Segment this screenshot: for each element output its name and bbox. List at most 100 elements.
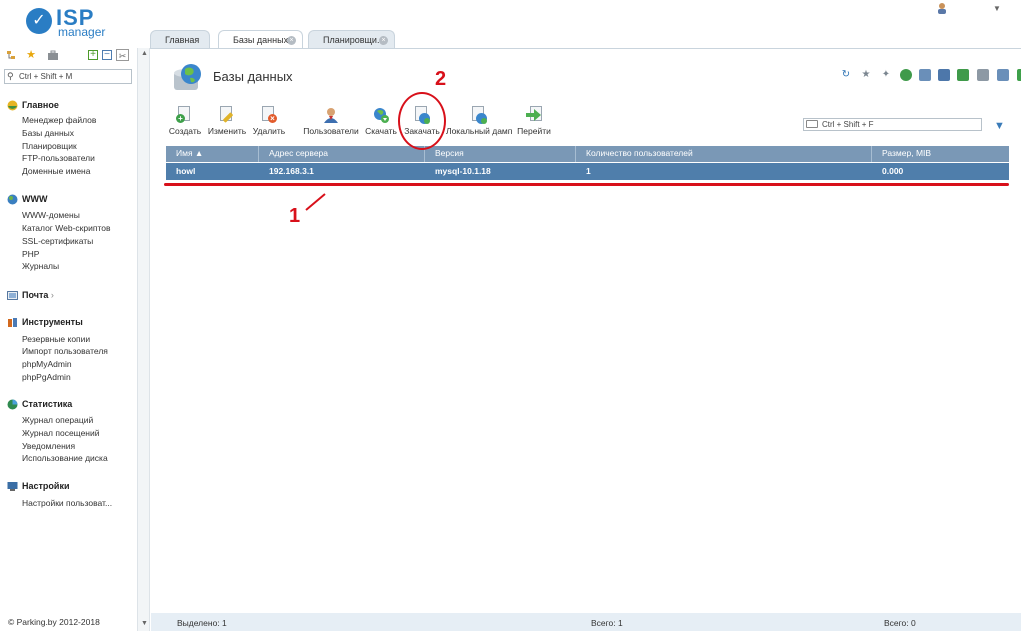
excel-icon[interactable] (957, 69, 969, 81)
sidebar-item-backups[interactable]: Резервные копии (22, 334, 90, 344)
sidebar-item-www-domains[interactable]: WWW-домены (22, 210, 80, 220)
create-button[interactable]: + Создать (166, 106, 204, 136)
mail-icon (7, 291, 18, 300)
print-icon[interactable] (977, 69, 989, 81)
view-icon[interactable] (919, 69, 931, 81)
logo-icon: ✓ (26, 8, 52, 34)
goto-button-label: Перейти (517, 126, 551, 136)
close-icon[interactable]: × (287, 36, 296, 45)
sidebar-group-title[interactable]: Статистика (22, 399, 72, 409)
globe-icon[interactable] (900, 69, 912, 81)
user-menu-chevron-down-icon[interactable]: ▼ (993, 4, 1001, 13)
refresh-icon[interactable]: ↻ (840, 69, 852, 81)
column-header-version[interactable]: Версия (425, 146, 576, 162)
sidebar-item-ftp-users[interactable]: FTP-пользователи (22, 153, 95, 163)
briefcase-icon[interactable] (47, 50, 59, 62)
sidebar-item-web-scripts[interactable]: Каталог Web-скриптов (22, 223, 111, 233)
user-icon[interactable] (936, 2, 948, 14)
sidebar-item-databases[interactable]: Базы данных (22, 128, 74, 138)
cell-users-count: 1 (586, 166, 591, 176)
goto-button[interactable]: Перейти (516, 106, 552, 136)
settings-icon[interactable] (997, 69, 1009, 81)
scroll-down-icon[interactable]: ▼ (141, 620, 148, 627)
page-title: Базы данных (213, 69, 293, 84)
column-header-name[interactable]: Имя ▲ (166, 146, 259, 162)
tab-label: Базы данных (233, 35, 289, 45)
download-button[interactable]: Скачать (364, 106, 398, 136)
goto-icon (525, 106, 543, 124)
filter-icon[interactable]: ▼ (994, 120, 1005, 132)
delete-button[interactable]: × Удалить (251, 106, 287, 136)
databases-globe-icon (174, 64, 201, 90)
tab-label: Главная (165, 35, 200, 45)
star-icon[interactable]: ★ (25, 49, 37, 61)
cell-version: mysql-10.1.18 (435, 166, 491, 176)
pin-icon[interactable]: ✂ (116, 49, 129, 61)
tab-databases[interactable]: Базы данных × (218, 30, 303, 50)
sidebar-group-title[interactable]: Главное (22, 100, 59, 110)
edit-button-label: Изменить (207, 126, 247, 136)
chevron-right-icon: › (50, 290, 54, 300)
sidebar-item-user-settings[interactable]: Настройки пользоват... (22, 498, 112, 508)
tree-icon[interactable] (6, 50, 18, 62)
sidebar-group-title[interactable]: WWW (22, 194, 47, 204)
sidebar-splitter[interactable] (137, 48, 150, 631)
sidebar-search-input[interactable]: Ctrl + Shift + M (4, 69, 132, 84)
local-dump-icon (470, 106, 488, 124)
sidebar-item-visits-log[interactable]: Журнал посещений (22, 428, 100, 438)
expand-icon[interactable]: + (88, 50, 98, 60)
delete-button-label: Удалить (252, 126, 286, 136)
create-icon: + (176, 106, 194, 124)
pin-icon[interactable]: ✦ (880, 69, 892, 81)
sidebar-item-phpmyadmin[interactable]: phpMyAdmin (22, 359, 72, 369)
local-dump-button-label: Локальный дамп (446, 126, 513, 136)
cell-server: 192.168.3.1 (269, 166, 314, 176)
scroll-up-icon[interactable]: ▲ (141, 50, 148, 57)
annotation-label-1: 1 (289, 205, 301, 227)
sidebar-item-import-user[interactable]: Импорт пользователя (22, 346, 108, 356)
tab-label: Планировщи... (323, 35, 385, 45)
monitor-icon (7, 482, 18, 491)
edit-button[interactable]: Изменить (207, 106, 247, 136)
sidebar-group-title[interactable]: Почта › (22, 290, 54, 300)
sidebar-item-file-manager[interactable]: Менеджер файлов (22, 115, 96, 125)
column-header-users-count[interactable]: Количество пользователей (576, 146, 872, 162)
column-header-size[interactable]: Размер, MIB (872, 146, 1009, 162)
sidebar-item-ssl-certificates[interactable]: SSL-сертификаты (22, 236, 93, 246)
download-button-label: Скачать (365, 126, 397, 136)
export-icon[interactable] (938, 69, 950, 81)
table-row[interactable]: howl 192.168.3.1 mysql-10.1.18 1 0.000 (166, 163, 1009, 180)
sidebar-item-logs[interactable]: Журналы (22, 261, 59, 271)
sidebar-group-title[interactable]: Настройки (22, 481, 69, 491)
help-icon[interactable]: ? (1017, 69, 1021, 81)
logo-product: manager (58, 25, 106, 39)
table-header: Имя ▲ Адрес сервера Версия Количество по… (166, 146, 1009, 162)
sidebar-group-title[interactable]: Инструменты (22, 317, 83, 327)
status-total-size: Всего: 0 (884, 618, 916, 628)
sidebar-item-disk-usage[interactable]: Использование диска (22, 453, 108, 463)
cell-name: howl (176, 166, 196, 176)
delete-icon: × (260, 106, 278, 124)
column-header-server[interactable]: Адрес сервера (259, 146, 425, 162)
sidebar-item-php[interactable]: PHP (22, 249, 39, 259)
annotation-circle (398, 92, 446, 150)
sidebar-item-scheduler[interactable]: Планировщик (22, 141, 77, 151)
annotation-underline (164, 183, 1009, 186)
collapse-icon[interactable]: − (102, 50, 112, 60)
local-dump-button[interactable]: Локальный дамп (446, 106, 512, 136)
sidebar-item-operations-log[interactable]: Журнал операций (22, 415, 93, 425)
sidebar-item-notifications[interactable]: Уведомления (22, 441, 75, 451)
sidebar-item-phppgadmin[interactable]: phpPgAdmin (22, 372, 71, 382)
download-icon (372, 106, 390, 124)
users-button[interactable]: Пользователи (302, 106, 360, 136)
star-icon[interactable]: ★ (860, 69, 872, 81)
table-filter-input[interactable]: Ctrl + Shift + F (803, 118, 982, 131)
sidebar-item-domain-names[interactable]: Доменные имена (22, 166, 90, 176)
close-icon[interactable]: × (379, 36, 388, 45)
tab-scheduler[interactable]: Планировщи... × (308, 30, 395, 49)
tab-home[interactable]: Главная (150, 30, 210, 49)
search-icon: ⚲ (7, 71, 14, 81)
annotation-label-2: 2 (435, 68, 447, 90)
tools-icon (8, 318, 17, 327)
status-total-users: Всего: 1 (591, 618, 623, 628)
